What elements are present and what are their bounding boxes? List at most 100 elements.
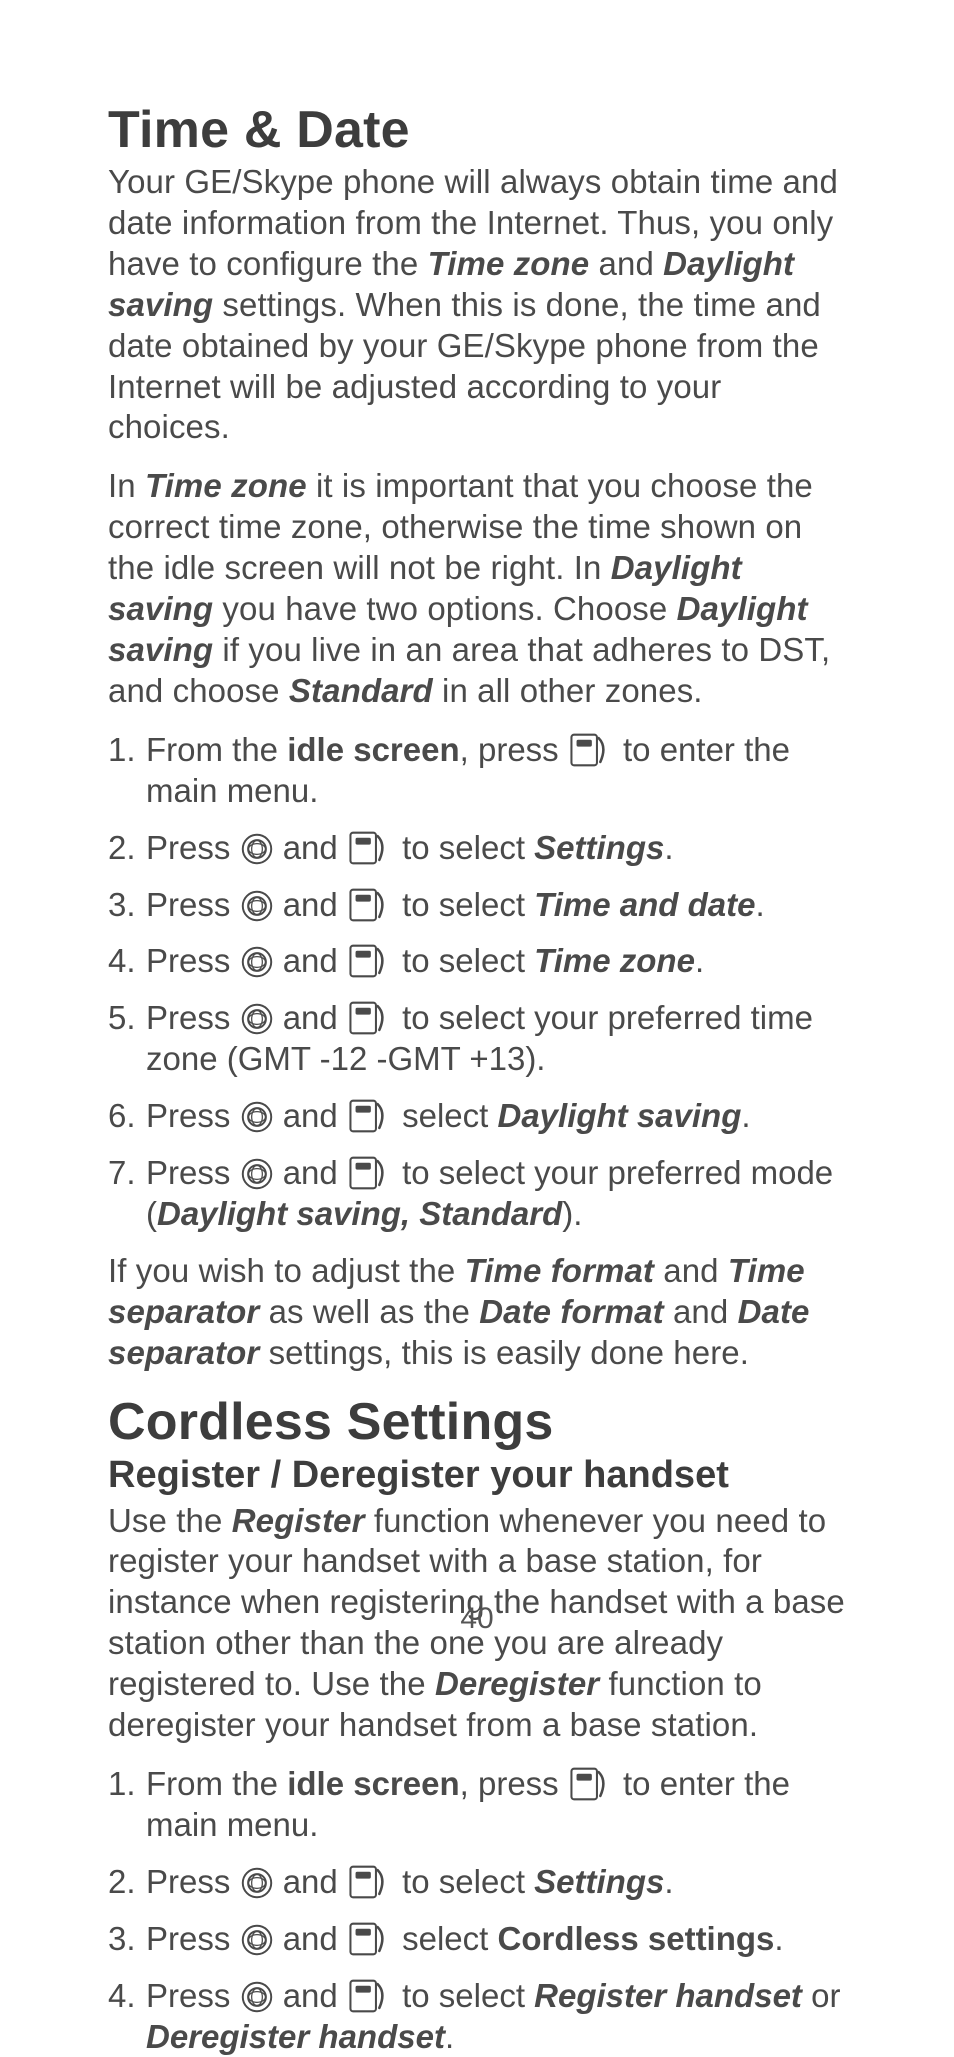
- text: and: [274, 1097, 347, 1134]
- softkey-icon: [348, 1001, 392, 1035]
- text: From the: [146, 1765, 287, 1802]
- steps-cordless: From the idle screen, press to enter the…: [108, 1764, 846, 2057]
- term-time-zone: Time zone: [145, 467, 307, 504]
- softkey-icon: [348, 1156, 392, 1190]
- text: and: [274, 1863, 347, 1900]
- text: and: [274, 999, 347, 1036]
- term-settings: Settings: [534, 1863, 664, 1900]
- text: to select: [393, 829, 534, 866]
- subheading-register-deregister: Register / Deregister your handset: [108, 1454, 846, 1497]
- text: and: [589, 245, 663, 282]
- closing-paragraph-1: If you wish to adjust the Time format an…: [108, 1251, 846, 1374]
- term-time-format: Time format: [465, 1252, 654, 1289]
- list-item: Press and to select Register handset or …: [108, 1976, 846, 2057]
- softkey-icon: [348, 1099, 392, 1133]
- term-date-format: Date format: [479, 1293, 663, 1330]
- text: settings, this is easily done here.: [259, 1334, 749, 1371]
- text: select: [393, 1097, 498, 1134]
- nav-button-icon: [241, 1003, 273, 1035]
- text: .: [755, 886, 764, 923]
- text: to select: [393, 1977, 534, 2014]
- text: Press: [146, 886, 240, 923]
- intro-paragraph-2: In Time zone it is important that you ch…: [108, 466, 846, 711]
- text: you have two options. Choose: [213, 590, 676, 627]
- heading-cordless-settings: Cordless Settings: [108, 1392, 846, 1452]
- nav-button-icon: [241, 946, 273, 978]
- text: In: [108, 467, 145, 504]
- list-item: Press and to select your preferred time …: [108, 998, 846, 1080]
- list-item: Press and select Daylight saving.: [108, 1096, 846, 1137]
- steps-time-date: From the idle screen, press to enter the…: [108, 730, 846, 1235]
- nav-button-icon: [241, 1158, 273, 1190]
- text: and: [654, 1252, 728, 1289]
- text: Press: [146, 999, 240, 1036]
- softkey-icon: [348, 944, 392, 978]
- softkey-icon: [569, 733, 613, 767]
- text: as well as the: [259, 1293, 479, 1330]
- term-deregister: Deregister: [435, 1665, 599, 1702]
- text: and: [274, 1920, 347, 1957]
- text: or: [802, 1977, 841, 2014]
- nav-button-icon: [241, 833, 273, 865]
- text: ).: [562, 1195, 582, 1232]
- text: and: [274, 886, 347, 923]
- text: .: [664, 1863, 673, 1900]
- term-daylight-saving-standard: Daylight saving, Standard: [157, 1195, 562, 1232]
- text: in all other zones.: [433, 672, 703, 709]
- nav-button-icon: [241, 890, 273, 922]
- nav-button-icon: [241, 1867, 273, 1899]
- list-item: Press and select Cordless settings.: [108, 1919, 846, 1960]
- term-register-handset: Register handset: [534, 1977, 802, 2014]
- text: to select: [393, 1863, 534, 1900]
- softkey-icon: [569, 1767, 613, 1801]
- text: .: [774, 1920, 783, 1957]
- text: Press: [146, 829, 240, 866]
- text: , press: [460, 731, 568, 768]
- list-item: Press and to select Time and date.: [108, 885, 846, 926]
- softkey-icon: [348, 1922, 392, 1956]
- text: and: [274, 1977, 347, 2014]
- text: and: [274, 829, 347, 866]
- list-item: Press and to select Time zone.: [108, 941, 846, 982]
- softkey-icon: [348, 831, 392, 865]
- term-idle-screen: idle screen: [287, 1765, 459, 1802]
- list-item: From the idle screen, press to enter the…: [108, 730, 846, 812]
- text: If you wish to adjust the: [108, 1252, 465, 1289]
- text: Press: [146, 942, 240, 979]
- text: , press: [460, 1765, 568, 1802]
- softkey-icon: [348, 1865, 392, 1899]
- text: settings. When this is done, the time an…: [108, 286, 821, 446]
- text: From the: [146, 731, 287, 768]
- term-register: Register: [232, 1502, 365, 1539]
- nav-button-icon: [241, 1981, 273, 2013]
- text: select: [393, 1920, 498, 1957]
- text: and: [274, 1154, 347, 1191]
- heading-time-date: Time & Date: [108, 100, 846, 160]
- term-cordless-settings: Cordless settings: [497, 1920, 774, 1957]
- term-deregister-handset: Deregister handset: [146, 2018, 445, 2055]
- text: Press: [146, 1920, 240, 1957]
- term-standard: Standard: [289, 672, 433, 709]
- text: .: [664, 829, 673, 866]
- list-item: Press and to select your preferred mode …: [108, 1153, 846, 1235]
- term-daylight-saving: Daylight saving: [497, 1097, 741, 1134]
- list-item: From the idle screen, press to enter the…: [108, 1764, 846, 1846]
- intro-paragraph-1: Your GE/Skype phone will always obtain t…: [108, 162, 846, 448]
- term-time-and-date: Time and date: [534, 886, 755, 923]
- text: .: [445, 2018, 454, 2055]
- text: .: [695, 942, 704, 979]
- nav-button-icon: [241, 1924, 273, 1956]
- term-settings: Settings: [534, 829, 664, 866]
- text: Press: [146, 1097, 240, 1134]
- text: Press: [146, 1977, 240, 2014]
- page-number: 40: [0, 1602, 954, 1636]
- softkey-icon: [348, 888, 392, 922]
- text: to select: [393, 942, 534, 979]
- text: .: [741, 1097, 750, 1134]
- text: and: [664, 1293, 738, 1330]
- term-time-zone: Time zone: [428, 245, 590, 282]
- softkey-icon: [348, 1979, 392, 2013]
- list-item: Press and to select Settings.: [108, 1862, 846, 1903]
- term-idle-screen: idle screen: [287, 731, 459, 768]
- text: Press: [146, 1154, 240, 1191]
